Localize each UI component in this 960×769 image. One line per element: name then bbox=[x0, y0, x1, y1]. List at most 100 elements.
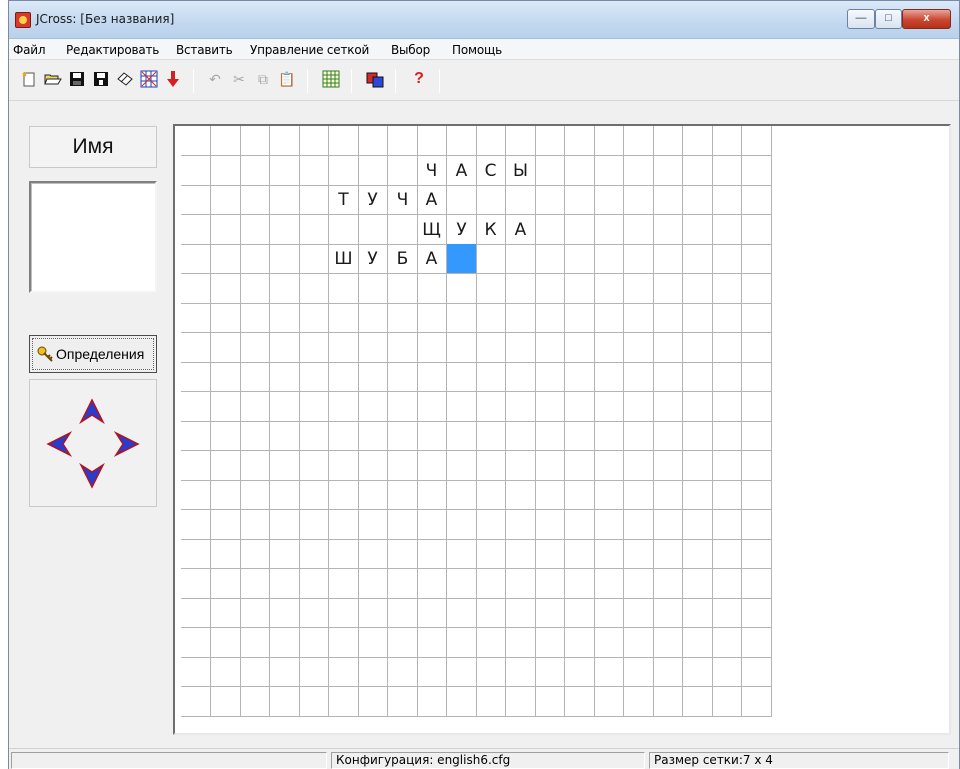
grid-cell[interactable] bbox=[565, 303, 595, 333]
grid-cell[interactable] bbox=[270, 687, 300, 717]
grid-cell[interactable] bbox=[506, 510, 536, 540]
grid-letter-cell[interactable]: Щ bbox=[417, 215, 447, 245]
grid-letter-cell[interactable]: А bbox=[417, 244, 447, 274]
grid-cell[interactable] bbox=[329, 480, 359, 510]
grid-cell[interactable] bbox=[447, 392, 477, 422]
grid-cell[interactable] bbox=[270, 539, 300, 569]
grid-cell[interactable] bbox=[329, 333, 359, 363]
grid-cell[interactable] bbox=[211, 628, 241, 658]
grid-cell[interactable] bbox=[594, 569, 624, 599]
grid-cell[interactable] bbox=[181, 510, 211, 540]
grid-cell[interactable] bbox=[181, 657, 211, 687]
grid-cell[interactable] bbox=[506, 480, 536, 510]
grid-cell[interactable] bbox=[594, 539, 624, 569]
grid-cell[interactable] bbox=[358, 421, 388, 451]
grid-cell[interactable] bbox=[712, 333, 742, 363]
grid-cell[interactable] bbox=[683, 274, 713, 304]
grid-cell[interactable] bbox=[535, 451, 565, 481]
grid-cell[interactable] bbox=[653, 274, 683, 304]
grid-cell[interactable] bbox=[712, 215, 742, 245]
grid-cell[interactable] bbox=[565, 510, 595, 540]
grid-cell[interactable] bbox=[358, 126, 388, 156]
help-icon[interactable]: ? bbox=[409, 69, 429, 89]
name-button[interactable]: Имя bbox=[29, 126, 157, 168]
grid-cell[interactable] bbox=[447, 657, 477, 687]
grid-cell[interactable] bbox=[329, 569, 359, 599]
grid-cell[interactable] bbox=[358, 451, 388, 481]
grid-letter-cell[interactable]: С bbox=[476, 156, 506, 186]
grid-cell[interactable] bbox=[476, 244, 506, 274]
grid-cell[interactable] bbox=[742, 274, 772, 304]
grid-cell[interactable] bbox=[594, 451, 624, 481]
grid-cell[interactable] bbox=[299, 215, 329, 245]
grid-cell[interactable] bbox=[535, 392, 565, 422]
grid-cell[interactable] bbox=[565, 392, 595, 422]
grid-cell[interactable] bbox=[653, 215, 683, 245]
grid-cell[interactable] bbox=[565, 215, 595, 245]
save-as-icon[interactable] bbox=[91, 69, 111, 89]
grid-cell[interactable] bbox=[329, 215, 359, 245]
grid-cell[interactable] bbox=[388, 156, 418, 186]
grid-cell[interactable] bbox=[742, 421, 772, 451]
grid-cell[interactable] bbox=[506, 244, 536, 274]
grid-cell[interactable] bbox=[270, 215, 300, 245]
grid-cell[interactable] bbox=[594, 333, 624, 363]
grid-cell[interactable] bbox=[565, 657, 595, 687]
grid-cell[interactable] bbox=[565, 539, 595, 569]
grid-cell[interactable] bbox=[270, 569, 300, 599]
grid-cell[interactable] bbox=[476, 598, 506, 628]
grid-cell[interactable] bbox=[624, 628, 654, 658]
grid-cell[interactable] bbox=[211, 687, 241, 717]
grid-cell[interactable] bbox=[181, 539, 211, 569]
grid-cell[interactable] bbox=[476, 392, 506, 422]
grid-cell[interactable] bbox=[712, 362, 742, 392]
grid-cell[interactable] bbox=[742, 362, 772, 392]
grid-cell[interactable] bbox=[299, 392, 329, 422]
grid-cell[interactable] bbox=[299, 598, 329, 628]
grid-cell[interactable] bbox=[624, 657, 654, 687]
grid-cell[interactable] bbox=[712, 510, 742, 540]
grid-cell[interactable] bbox=[624, 274, 654, 304]
grid-cell[interactable] bbox=[653, 657, 683, 687]
grid-cell[interactable] bbox=[270, 126, 300, 156]
grid-cell[interactable] bbox=[211, 392, 241, 422]
grid-cell[interactable] bbox=[506, 303, 536, 333]
grid-cell[interactable] bbox=[535, 687, 565, 717]
eraser-icon[interactable] bbox=[115, 69, 135, 89]
grid-cell[interactable] bbox=[535, 274, 565, 304]
save-icon[interactable] bbox=[67, 69, 87, 89]
grid-cell[interactable] bbox=[447, 421, 477, 451]
grid-cell[interactable] bbox=[358, 657, 388, 687]
grid-cell[interactable] bbox=[240, 156, 270, 186]
grid-cell[interactable] bbox=[211, 362, 241, 392]
grid-cell[interactable] bbox=[565, 156, 595, 186]
grid-cell[interactable] bbox=[683, 539, 713, 569]
grid-cell[interactable] bbox=[270, 598, 300, 628]
grid-cell[interactable] bbox=[181, 244, 211, 274]
grid-cell[interactable] bbox=[712, 185, 742, 215]
grid-cell[interactable] bbox=[624, 244, 654, 274]
grid-cell[interactable] bbox=[594, 421, 624, 451]
grid-cell[interactable] bbox=[535, 333, 565, 363]
grid-cell[interactable] bbox=[565, 598, 595, 628]
grid-cell[interactable] bbox=[240, 244, 270, 274]
grid-letter-cell[interactable]: У bbox=[358, 244, 388, 274]
grid-cell[interactable] bbox=[506, 185, 536, 215]
grid-cell[interactable] bbox=[742, 451, 772, 481]
grid-cell[interactable] bbox=[712, 539, 742, 569]
grid-cell[interactable] bbox=[624, 392, 654, 422]
grid-cell[interactable] bbox=[742, 569, 772, 599]
grid-cell[interactable] bbox=[358, 628, 388, 658]
grid-cell[interactable] bbox=[388, 333, 418, 363]
grid-letter-cell[interactable]: Т bbox=[329, 185, 359, 215]
grid-cell[interactable] bbox=[181, 480, 211, 510]
grid-cell[interactable] bbox=[270, 244, 300, 274]
grid-cell[interactable] bbox=[211, 303, 241, 333]
grid-cell[interactable] bbox=[653, 303, 683, 333]
grid-cell[interactable] bbox=[712, 274, 742, 304]
grid-cell[interactable] bbox=[329, 539, 359, 569]
grid-cell[interactable] bbox=[476, 362, 506, 392]
grid-cell[interactable] bbox=[417, 657, 447, 687]
grid-cell[interactable] bbox=[683, 451, 713, 481]
grid-cell[interactable] bbox=[329, 598, 359, 628]
